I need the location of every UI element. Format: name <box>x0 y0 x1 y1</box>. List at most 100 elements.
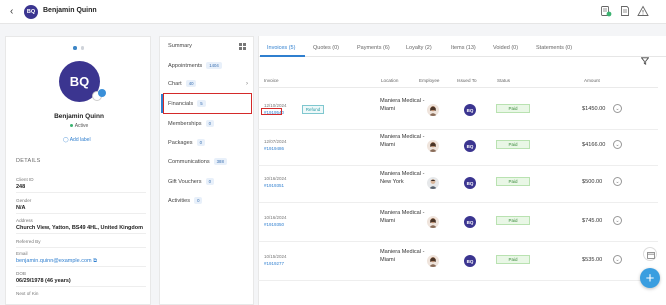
tab-invoices[interactable]: Invoices (5) <box>267 45 295 51</box>
detail-label: Email <box>16 251 28 256</box>
column-issued-to[interactable]: Issued To <box>457 78 477 83</box>
location-text: Maniera Medical - Miami <box>380 134 425 149</box>
invoice-date: 10/16/2024 <box>264 176 287 181</box>
tag-icon: ◯ <box>63 137 70 143</box>
tab-statements[interactable]: Statements (0) <box>536 45 572 51</box>
financials-highlight <box>163 93 252 114</box>
issued-to-avatar[interactable]: BQ <box>464 140 476 152</box>
chevron-down-icon[interactable]: ⌄ <box>613 177 622 186</box>
table-row[interactable]: 12/07/2024 #1919486 Maniera Medical - Mi… <box>258 130 658 166</box>
arrow-left-icon[interactable]: ‹ <box>10 6 20 18</box>
calendar-icon[interactable] <box>643 247 657 261</box>
client-card-icon[interactable] <box>600 5 612 17</box>
issued-to-avatar[interactable]: BQ <box>464 255 476 267</box>
tab-payments[interactable]: Payments (6) <box>357 45 390 51</box>
link-badge-icon <box>98 89 106 97</box>
menu-summary[interactable]: Summary <box>168 43 192 49</box>
tab-voided[interactable]: Voided (0) <box>493 45 518 51</box>
detail-value: 06/29/1978 (46 years) <box>16 278 71 284</box>
column-status[interactable]: Status <box>497 78 510 83</box>
chevron-down-icon[interactable]: ⌄ <box>613 104 622 113</box>
status-badge: Paid <box>496 177 530 186</box>
carousel-dot-active[interactable] <box>73 46 77 50</box>
menu-chart[interactable]: Chart 40 <box>168 80 197 87</box>
chevron-down-icon[interactable]: ⌄ <box>613 255 622 264</box>
tab-quotes[interactable]: Quotes (0) <box>313 45 339 51</box>
employee-avatar[interactable] <box>427 216 439 228</box>
menu-appointments[interactable]: Appointments 1404 <box>168 62 222 69</box>
menu-activities[interactable]: Activities 0 <box>168 197 203 204</box>
warning-icon[interactable] <box>637 5 649 17</box>
status-badge: Paid <box>496 255 530 264</box>
amount-text: $1450.00 <box>582 106 606 112</box>
column-invoice[interactable]: Invoice <box>264 78 279 83</box>
location-text: Maniera Medical - New York <box>380 171 425 186</box>
location-text: Maniera Medical - Miami <box>380 249 425 264</box>
column-employee[interactable]: Employee <box>419 78 439 83</box>
tab-items[interactable]: Items (13) <box>451 45 476 51</box>
employee-avatar[interactable] <box>427 255 439 267</box>
refund-badge: Refund <box>302 105 324 114</box>
chevron-down-icon[interactable]: ⌄ <box>613 216 622 225</box>
invoice-link[interactable]: #1919486 <box>264 146 284 151</box>
email-text[interactable]: benjamin.quinn@example.com <box>16 258 92 264</box>
employee-avatar[interactable] <box>427 104 439 116</box>
column-location[interactable]: Location <box>381 78 398 83</box>
detail-gender: Gender N/A <box>16 198 146 211</box>
email-link[interactable]: benjamin.quinn@example.com ⧉ <box>16 258 146 265</box>
location-text: Maniera Medical - Miami <box>380 98 425 113</box>
profile-name: Benjamin Quinn <box>54 113 104 120</box>
grid-icon[interactable] <box>239 43 246 50</box>
document-icon[interactable] <box>619 5 631 17</box>
menu-gift-vouchers[interactable]: Gift Vouchers 0 <box>168 178 214 185</box>
invoice-link[interactable]: #1919350 <box>264 222 284 227</box>
divider <box>16 213 146 214</box>
menu-memberships[interactable]: Memberships 0 <box>168 120 214 127</box>
amount-text: $745.00 <box>582 218 603 224</box>
table-row[interactable]: 12/10/2024 #1919540 Refund Maniera Medic… <box>258 94 658 130</box>
table-row[interactable]: 10/16/2024 #1919351 Maniera Medical - Ne… <box>258 167 658 203</box>
issued-to-avatar[interactable]: BQ <box>464 104 476 116</box>
issued-to-avatar[interactable]: BQ <box>464 177 476 189</box>
chevron-down-icon[interactable]: ⌄ <box>613 140 622 149</box>
menu-label: Appointments <box>168 62 203 69</box>
carousel-dot[interactable] <box>80 46 84 50</box>
status-text: Active <box>74 123 89 129</box>
table-row[interactable]: 10/15/2024 #1919277 Maniera Medical - Mi… <box>258 245 658 281</box>
filter-icon[interactable] <box>641 57 649 65</box>
menu-label: Packages <box>168 139 193 146</box>
employee-avatar[interactable] <box>427 140 439 152</box>
add-label-link[interactable]: ◯ Add label <box>63 137 91 143</box>
status-badge: Paid <box>496 140 530 149</box>
invoice-date: 10/15/2024 <box>264 254 287 259</box>
detail-label: Gender <box>16 198 32 203</box>
menu-label: Chart <box>168 80 182 87</box>
issued-to-avatar[interactable]: BQ <box>464 216 476 228</box>
divider <box>16 247 146 248</box>
chevron-right-icon[interactable]: › <box>246 81 248 87</box>
menu-packages[interactable]: Packages 0 <box>168 139 205 146</box>
details-heading: DETAILS <box>16 158 41 164</box>
header-avatar: BQ <box>24 5 38 19</box>
employee-avatar[interactable] <box>427 177 439 189</box>
copy-icon[interactable]: ⧉ <box>93 258 97 264</box>
carousel-dots[interactable] <box>73 46 84 50</box>
menu-label: Memberships <box>168 120 202 127</box>
divider <box>16 192 146 193</box>
column-amount[interactable]: Amount <box>584 78 600 83</box>
active-tab-underline <box>260 55 305 57</box>
invoice-link[interactable]: #1919277 <box>264 261 284 266</box>
invoice-link[interactable]: #1919351 <box>264 183 284 188</box>
amount-text: $535.00 <box>582 257 603 263</box>
menu-communications[interactable]: Communications 388 <box>168 158 227 165</box>
amount-text: $500.00 <box>582 179 603 185</box>
detail-label: Next of Kin <box>16 291 39 296</box>
detail-value: Church View, Yatton, BS49 4HL, United Ki… <box>16 225 144 231</box>
tab-loyalty[interactable]: Loyalty (2) <box>406 45 432 51</box>
detail-value: N/A <box>16 205 26 211</box>
table-row[interactable]: 10/16/2024 #1919350 Maniera Medical - Mi… <box>258 206 658 242</box>
client-profile-panel: BQ Benjamin Quinn Active ◯ Add label DET… <box>5 36 151 305</box>
plus-icon[interactable]: + <box>640 268 660 288</box>
divider <box>16 233 146 234</box>
detail-label: Referred By <box>16 239 41 244</box>
